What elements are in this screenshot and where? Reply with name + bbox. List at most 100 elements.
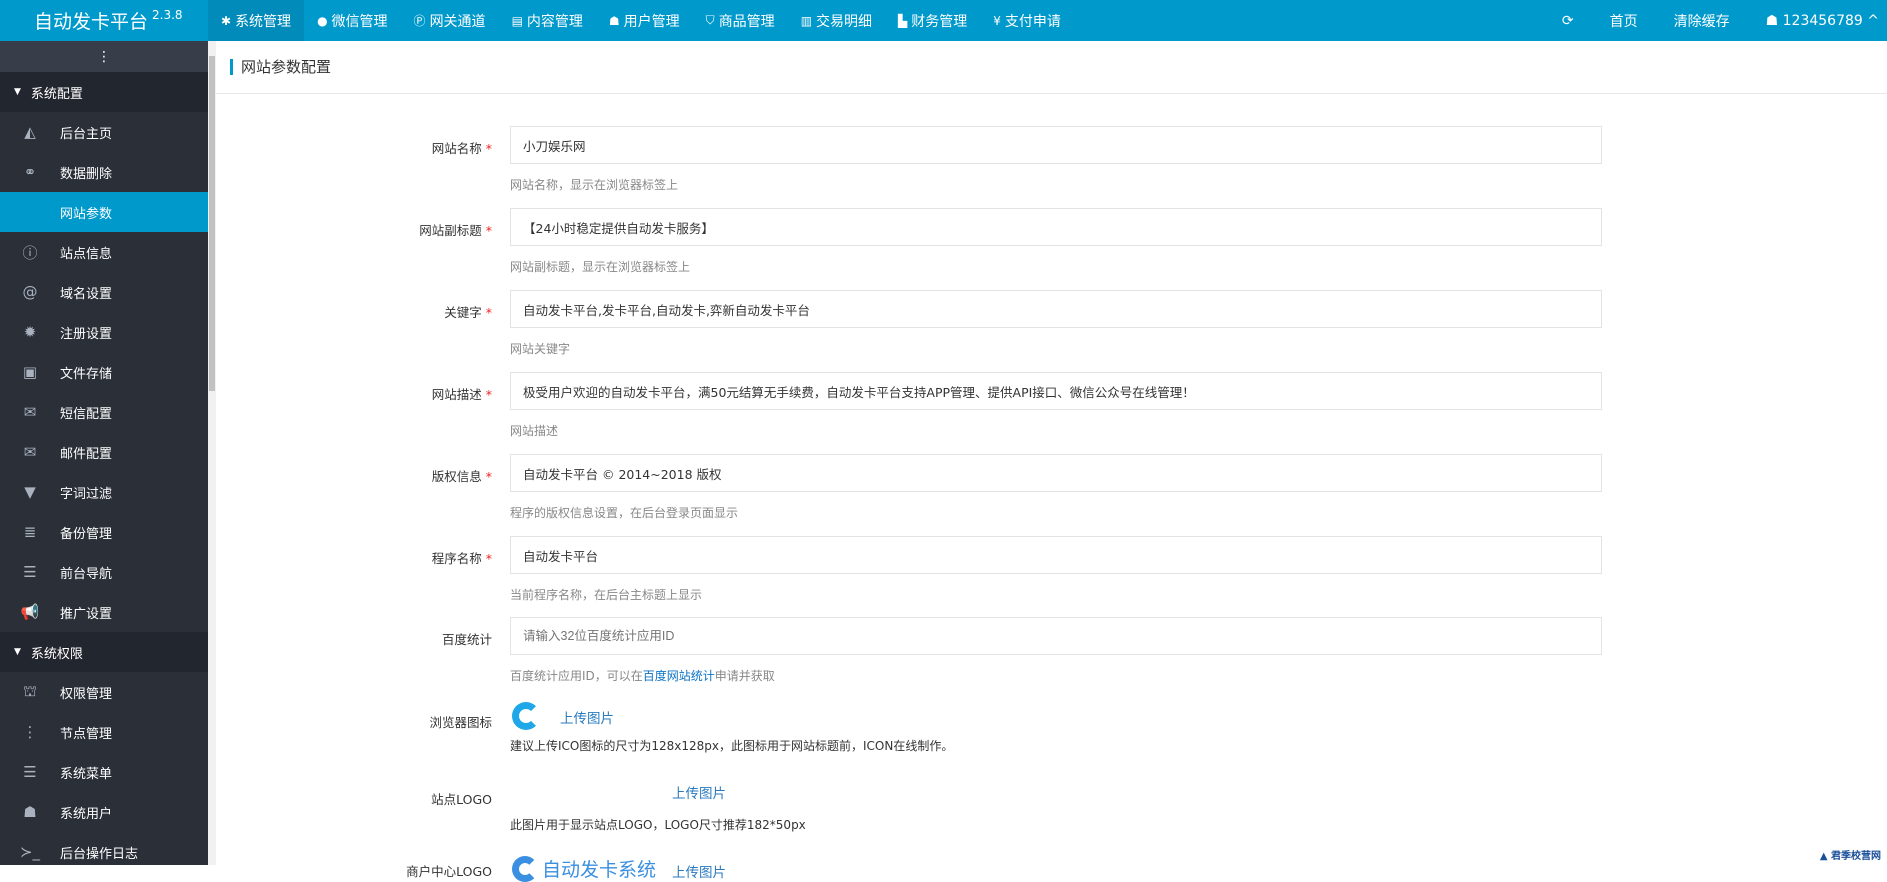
watermark-logo: ▲ 君季校营网 [1819, 851, 1881, 862]
field-label: 商户中心LOGO [406, 864, 492, 879]
upload-merchant-logo-button[interactable]: 上传图片 [672, 861, 726, 881]
envelope-icon: ✉ [23, 403, 37, 421]
bullhorn-icon: 📢 [20, 603, 40, 621]
sidebar-group[interactable]: ▼ 系统权限 [0, 632, 208, 672]
upload-site-logo-button[interactable]: 上传图片 [672, 782, 726, 802]
main-content: 网站参数配置 网站名称 * 小刀娱乐网 网站名称，显示在浏览器标签上 网站副标题 * 【24… [216, 41, 1887, 882]
nav-6[interactable]: ▥ 交易明细 [788, 0, 885, 41]
sidebar-item[interactable]: ☗ 系统用户 [0, 792, 208, 832]
sidebar-item-label: 数据删除 [60, 166, 113, 182]
nav-label: 系统管理 [235, 13, 292, 30]
sidebar-item-label: 网站参数 [60, 206, 113, 222]
field-label: 浏览器图标 [429, 715, 492, 730]
field-label: 网站描述 * [431, 387, 492, 402]
sidebar-item-label: 后台操作日志 [60, 846, 139, 862]
group-label: 系统配置 [30, 86, 83, 102]
sidebar-item[interactable]: ☰ 系统菜单 [0, 752, 208, 792]
text-input[interactable]: 极受用户欢迎的自动发卡平台，满50元结算无手续费，自动发卡平台支持APP管理、提… [510, 372, 1602, 410]
user-menu[interactable]: ☗ 123456789 ^ [1748, 13, 1887, 29]
nav-2[interactable]: Ⓟ 网关通道 [401, 0, 499, 41]
nav-4[interactable]: ☗ 用户管理 [596, 0, 693, 41]
nav-8[interactable]: ¥ 支付申请 [980, 0, 1074, 41]
field-help: 网站描述 [510, 424, 559, 438]
sidebar-item[interactable]: ≻_ 后台操作日志 [0, 832, 208, 872]
wechat-icon: ● [317, 13, 328, 28]
sidebar-item[interactable]: ▼ 字词过滤 [0, 472, 208, 512]
nav-label: 支付申请 [1004, 13, 1061, 30]
field-label: 网站名称 * [431, 141, 492, 156]
sidebar-item-label: 节点管理 [60, 726, 113, 742]
top-nav: ✱ 系统管理 ● 微信管理 Ⓟ 网关通道 ▤ 内容管理 ☗ 用户管理 ⛉ 商品管理 ▥ 交易明细 ▙ 财务管理… [208, 0, 1074, 41]
database-icon: ≣ [23, 523, 37, 541]
refresh-icon[interactable]: ⟳ [1544, 13, 1592, 29]
sidebar-item-label: 站点信息 [60, 246, 113, 262]
page-title: 网站参数配置 [230, 59, 331, 75]
field-help: 此图片用于显示站点LOGO，LOGO尺寸推荐182*50px [510, 818, 806, 832]
nav-3[interactable]: ▤ 内容管理 [499, 0, 596, 41]
sidebar-item[interactable]: 网站参数 [0, 192, 208, 232]
field-label: 百度统计 [441, 632, 492, 647]
sidebar-item[interactable]: ☰ 前台导航 [0, 552, 208, 592]
sidebar-item[interactable]: ✉ 短信配置 [0, 392, 208, 432]
sidebar-item[interactable]: ◭ 后台主页 [0, 112, 208, 152]
version: 2.3.8 [152, 7, 183, 22]
baidu-stat-link[interactable]: 百度网站统计 [643, 669, 715, 683]
nav-label: 网关通道 [429, 13, 486, 30]
field-help: 程序的版权信息设置，在后台登录页面显示 [510, 506, 739, 520]
text-input[interactable]: 小刀娱乐网 [510, 126, 1602, 164]
sidebar-item[interactable]: ▣ 文件存储 [0, 352, 208, 392]
caret-down-icon: ▼ [14, 87, 21, 97]
menu-icon: ☰ [23, 763, 37, 781]
field-label: 网站副标题 * [419, 223, 492, 238]
sidebar-scrollbar[interactable] [208, 41, 216, 865]
bag-icon: ⛉ [705, 13, 715, 27]
finance-icon: ▙ [898, 13, 908, 28]
nav-label: 交易明细 [816, 13, 873, 30]
clear-cache-link[interactable]: 清除缓存 [1656, 11, 1748, 31]
filter-icon: ▼ [24, 483, 36, 501]
sidebar-group[interactable]: ▼ 系统配置 [0, 72, 208, 112]
field-label: 程序名称 * [431, 551, 492, 566]
at-icon: @ [22, 283, 38, 301]
home-link[interactable]: 首页 [1592, 11, 1656, 31]
text-input[interactable]: 自动发卡平台,发卡平台,自动发卡,弈新自动发卡平台 [510, 290, 1602, 328]
brand[interactable]: 自动发卡平台 2.3.8 [0, 0, 208, 41]
link-icon: ⚭ [23, 163, 37, 181]
merchant-logo-image: 自动发卡系统 [512, 855, 656, 882]
sidebar-item[interactable]: ✉ 邮件配置 [0, 432, 208, 472]
nav-0[interactable]: ✱ 系统管理 [208, 0, 305, 41]
sidebar-item[interactable]: ⋮ 节点管理 [0, 712, 208, 752]
field-help: 当前程序名称，在后台主标题上显示 [510, 588, 703, 602]
sidebar-item-label: 权限管理 [60, 686, 113, 702]
lock-icon: ⛫ [23, 682, 37, 700]
sidebar-item-label: 邮件配置 [60, 446, 113, 462]
text-input[interactable]: 自动发卡平台 [510, 536, 1602, 574]
field-help: 建议上传ICO图标的尺寸为128x128px，此图标用于网站标题前，ICON在线… [510, 739, 954, 753]
nav-5[interactable]: ⛉ 商品管理 [693, 0, 788, 41]
text-input[interactable]: 自动发卡平台 © 2014~2018 版权 [510, 454, 1602, 492]
sidebar-item[interactable]: @ 域名设置 [0, 272, 208, 312]
nav-7[interactable]: ▙ 财务管理 [885, 0, 980, 41]
nav-1[interactable]: ● 微信管理 [304, 0, 400, 41]
sidebar-item[interactable]: ⓘ 站点信息 [0, 232, 208, 272]
field-help: 百度统计应用ID，可以在百度网站统计申请并获取 [510, 669, 775, 683]
nav-label: 内容管理 [526, 13, 583, 30]
upload-favicon-button[interactable]: 上传图片 [560, 707, 614, 727]
baidu-stat-input[interactable] [510, 617, 1602, 655]
sidebar-item[interactable]: ⚭ 数据删除 [0, 152, 208, 192]
sidebar-item[interactable]: 📢 推广设置 [0, 592, 208, 632]
text-input[interactable]: 【24小时稳定提供自动发卡服务】 [510, 208, 1602, 246]
sidebar-item[interactable]: ✹ 注册设置 [0, 312, 208, 352]
bar-chart-icon: ▥ [800, 13, 813, 28]
sidebar-item-label: 注册设置 [60, 326, 113, 342]
users-icon: ☗ [23, 803, 37, 821]
sidebar: ⋮ ▼ 系统配置 ◭ 后台主页 ⚭ 数据删除网站参数 ⓘ 站点信息 @ 域名设置 ✹ 注册设置 ▣ 文件存… [0, 41, 208, 865]
favicon-image [512, 702, 540, 730]
bars-icon: ☰ [23, 563, 37, 581]
field-help: 网站副标题，显示在浏览器标签上 [510, 260, 691, 274]
sidebar-item[interactable]: ⛫ 权限管理 [0, 672, 208, 712]
sidebar-toggle-icon[interactable]: ⋮ [0, 41, 208, 72]
sidebar-item[interactable]: ≣ 备份管理 [0, 512, 208, 552]
yen-icon: ¥ [993, 13, 1001, 28]
field-label: 关键字 * [444, 305, 492, 320]
